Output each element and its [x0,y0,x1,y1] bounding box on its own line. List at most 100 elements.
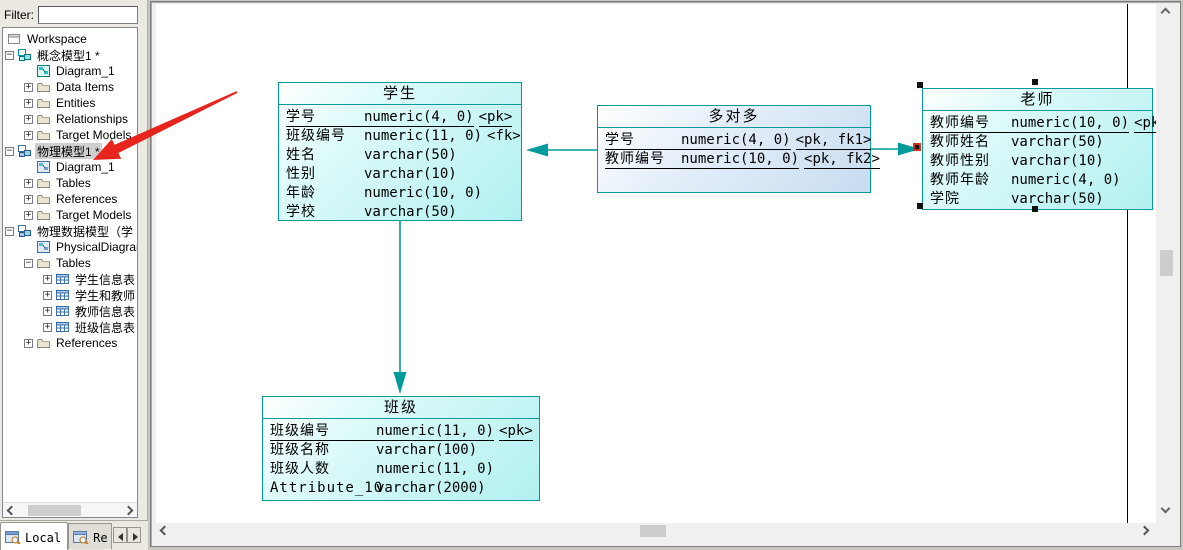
tree-item-label[interactable]: References [54,336,119,350]
entity-column-row[interactable]: 教师编号numeric(10, 0)<pk> [930,114,1156,133]
tree-item-label[interactable]: Entities [54,96,97,110]
entity-column-row[interactable]: 学号 numeric(4, 0) <pk, fk1> [605,131,872,150]
entity-column-row[interactable]: 班级名称 varchar(100) [270,441,539,460]
tree-item[interactable]: − 物理数据模型（学 [3,223,137,239]
expand-plus-icon[interactable]: + [24,178,33,188]
tree-item[interactable]: + 学生信息表 [3,271,137,287]
tree-item[interactable]: + Entities [3,95,137,111]
tree-item[interactable]: Diagram_1 [3,159,137,175]
entity-title[interactable]: 班级 [263,397,539,419]
collapse-minus-icon[interactable]: − [5,50,14,60]
expand-plus-icon[interactable]: + [24,82,33,92]
selection-handle-connection[interactable] [913,143,921,151]
tree-item[interactable]: − Tables [3,255,137,271]
entity-table[interactable]: 班级 班级编号 numeric(11, 0) <pk> 班级名称 varchar(100)… [262,396,540,501]
selection-handle[interactable] [1032,206,1038,212]
expand-plus-icon[interactable]: + [24,194,33,204]
entity-title[interactable]: 老师 [923,89,1152,111]
tree-item-label[interactable]: Target Models [54,208,133,222]
entity-title[interactable]: 多对多 [598,106,870,128]
tree-item-label[interactable]: 班级信息表 [73,319,137,335]
scroll-right-icon[interactable] [1139,525,1150,536]
tree-item[interactable]: + 班级信息表 [3,319,137,335]
tree-item-label[interactable]: Diagram_1 [54,64,117,78]
tree-item[interactable]: + Tables [3,175,137,191]
expand-plus-icon[interactable]: + [24,98,33,108]
expand-plus-icon[interactable]: + [24,130,33,140]
entity-title[interactable]: 学生 [279,83,521,105]
tree-item-label[interactable]: Relationships [54,112,130,126]
tree-item-label[interactable]: Workspace [25,32,89,46]
tree-item[interactable]: + 教师信息表 [3,303,137,319]
tree-item-label[interactable]: 学生和教师 [73,287,137,303]
tree-item[interactable]: + References [3,335,137,351]
expand-plus-icon[interactable]: + [24,338,33,348]
selection-handle[interactable] [917,203,923,209]
selection-handle[interactable] [917,82,923,88]
tab-repository[interactable]: Re [68,523,113,549]
diagram-canvas[interactable]: 学生 学号 numeric(4, 0) <pk> 班级编号 numeric(11, 0) <… [156,4,1156,523]
entity-column-row[interactable]: 姓名 varchar(50) [286,146,521,165]
collapse-minus-icon[interactable]: − [24,258,33,268]
tree-item-label[interactable]: Data Items [54,80,116,94]
entity-column-row[interactable]: 学院 varchar(50) [930,190,1152,209]
tree-item[interactable]: + Target Models [3,207,137,223]
tree-item[interactable]: + References [3,191,137,207]
tree-item[interactable]: + Relationships [3,111,137,127]
tree-item[interactable]: PhysicalDiagram [3,239,137,255]
selection-handle[interactable] [1032,79,1038,85]
tree-item-label[interactable]: 概念模型1 * [35,47,102,63]
canvas-vertical-scrollbar[interactable] [1158,3,1175,520]
tab-scroll-right-button[interactable] [127,527,142,543]
entity-column-row[interactable]: 教师年龄 numeric(4, 0) [930,171,1152,190]
tree-item-label[interactable]: 物理模型1 * [35,143,102,159]
tree-item-label[interactable]: Diagram_1 [54,160,117,174]
vertical-scrollbar-thumb[interactable] [1160,250,1173,276]
tree-item-label[interactable]: References [54,192,119,206]
tree-item[interactable]: + 学生和教师 [3,287,137,303]
expand-plus-icon[interactable]: + [24,114,33,124]
tree-item-label[interactable]: 教师信息表 [73,303,137,319]
entity-column-row[interactable]: 学校 varchar(50) [286,203,521,222]
expand-plus-icon[interactable]: + [24,210,33,220]
tab-scroll-left-button[interactable] [113,527,128,543]
collapse-minus-icon[interactable]: − [5,146,14,156]
scroll-down-icon[interactable] [1160,503,1171,514]
tree-item-label[interactable]: 物理数据模型（学 [35,223,135,239]
tree-item-label[interactable]: 学生信息表 [73,271,137,287]
collapse-minus-icon[interactable]: − [5,226,14,236]
expand-plus-icon[interactable]: + [43,306,52,316]
expand-plus-icon[interactable]: + [43,322,52,332]
tab-local[interactable]: Local [0,522,69,550]
entity-column-row[interactable]: Attribute_10varchar(2000) [270,479,539,498]
scroll-left-icon[interactable] [6,505,17,516]
entity-column-row[interactable]: 教师姓名 varchar(50) [930,133,1152,152]
entity-column-row[interactable]: 教师性别 varchar(10) [930,152,1152,171]
tree-item-label[interactable]: Tables [54,256,93,270]
scroll-right-icon[interactable] [123,505,134,516]
sidebar-scrollbar-thumb[interactable] [28,505,81,516]
tree-item[interactable]: + Target Models [3,127,137,143]
entity-table[interactable]: 老师教师编号numeric(10, 0)<pk>教师姓名varchar(50)教… [922,88,1156,210]
tree-item-label[interactable]: PhysicalDiagram [54,240,137,254]
tree-item-label[interactable]: Target Models [54,128,133,142]
tree-item[interactable]: Workspace [3,31,137,47]
entity-column-row[interactable]: 班级编号 numeric(11, 0) <fk> [286,127,521,146]
entity-column-row[interactable]: 班级人数 numeric(11, 0) [270,460,539,479]
canvas-horizontal-scrollbar[interactable] [156,523,1156,539]
expand-plus-icon[interactable]: + [43,290,52,300]
entity-column-row[interactable]: 年龄 numeric(10, 0) [286,184,521,203]
scroll-left-icon[interactable] [159,525,170,536]
sidebar-horizontal-scrollbar[interactable] [3,502,137,517]
tree-item[interactable]: Diagram_1 [3,63,137,79]
entity-column-row[interactable]: 教师编号 numeric(10, 0) <pk, fk2> [605,150,880,169]
tree-item[interactable]: + Data Items [3,79,137,95]
horizontal-scrollbar-thumb[interactable] [640,525,666,537]
tree-item[interactable]: − 物理模型1 * [3,143,137,159]
expand-plus-icon[interactable]: + [43,274,52,284]
tree-item-label[interactable]: Tables [54,176,93,190]
entity-column-row[interactable]: 性别 varchar(10) [286,165,521,184]
tree-item[interactable]: − 概念模型1 * [3,47,137,63]
filter-input[interactable] [38,6,138,24]
entity-table[interactable]: 学生 学号 numeric(4, 0) <pk> 班级编号 numeric(11, 0) <… [278,82,522,221]
